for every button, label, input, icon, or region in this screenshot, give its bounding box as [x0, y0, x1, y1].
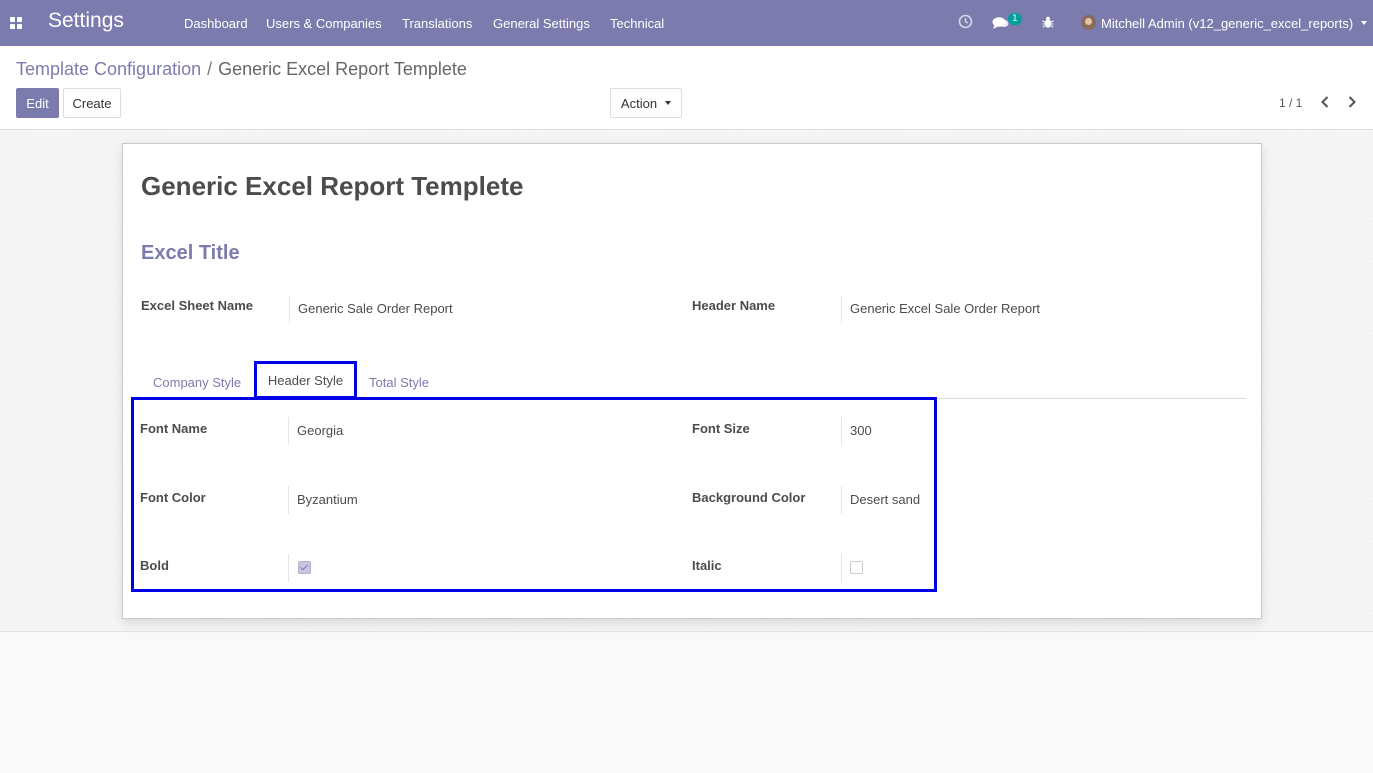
breadcrumb-separator: /: [207, 59, 213, 79]
header-name-label: Header Name: [692, 298, 776, 313]
breadcrumb-parent-link[interactable]: Template Configuration: [16, 59, 201, 79]
pager-value[interactable]: 1 / 1: [1279, 96, 1302, 110]
tab-company-style[interactable]: Company Style: [153, 375, 241, 390]
tab-total-style[interactable]: Total Style: [369, 375, 429, 390]
app-title[interactable]: Settings: [48, 9, 124, 33]
pager-next-icon[interactable]: [1346, 95, 1358, 109]
pager-previous-icon[interactable]: [1319, 95, 1331, 109]
create-button[interactable]: Create: [63, 88, 121, 118]
top-navbar: Settings Dashboard Users & Companies Tra…: [0, 0, 1373, 46]
form-sheet: Generic Excel Report Templete Excel Titl…: [122, 143, 1262, 619]
menu-item-technical[interactable]: Technical: [610, 16, 664, 31]
breadcrumb: Template Configuration / Generic Excel Rep…: [16, 59, 467, 80]
excel-sheet-name-field[interactable]: Generic Sale Order Report: [289, 295, 453, 323]
messages-count-badge: 1: [1008, 13, 1022, 25]
action-caret-icon: [665, 101, 672, 105]
action-dropdown-label: Action: [620, 95, 658, 111]
messages-icon[interactable]: [992, 16, 1009, 30]
menu-item-translations[interactable]: Translations: [402, 16, 472, 31]
activity-clock-icon[interactable]: [958, 14, 973, 29]
menu-item-dashboard[interactable]: Dashboard: [184, 16, 248, 31]
user-menu-name[interactable]: Mitchell Admin (v12_generic_excel_report…: [1101, 16, 1353, 31]
debug-bug-icon[interactable]: [1042, 16, 1054, 29]
notebook-tabs: Company Style Header Style Total Style: [141, 361, 1246, 399]
edit-button[interactable]: Edit: [16, 88, 59, 118]
section-title: Excel Title: [141, 242, 240, 264]
breadcrumb-current: Generic Excel Report Templete: [218, 59, 467, 79]
tab-header-style[interactable]: Header Style: [254, 361, 357, 399]
menu-item-users-companies[interactable]: Users & Companies: [266, 16, 382, 31]
header-name-field[interactable]: Generic Excel Sale Order Report: [841, 295, 1040, 323]
form-view-background: Generic Excel Report Templete Excel Titl…: [0, 131, 1373, 632]
user-menu-caret-icon[interactable]: [1361, 21, 1367, 25]
menu-item-general-settings[interactable]: General Settings: [493, 16, 590, 31]
excel-sheet-name-label: Excel Sheet Name: [141, 298, 254, 313]
record-title: Generic Excel Report Templete: [141, 171, 524, 201]
user-avatar[interactable]: [1081, 15, 1096, 30]
header-style-highlight-box: [131, 397, 937, 592]
control-panel: Template Configuration / Generic Excel Rep…: [0, 46, 1373, 130]
action-dropdown-button[interactable]: Action: [610, 88, 682, 118]
apps-menu-icon[interactable]: [10, 17, 22, 29]
